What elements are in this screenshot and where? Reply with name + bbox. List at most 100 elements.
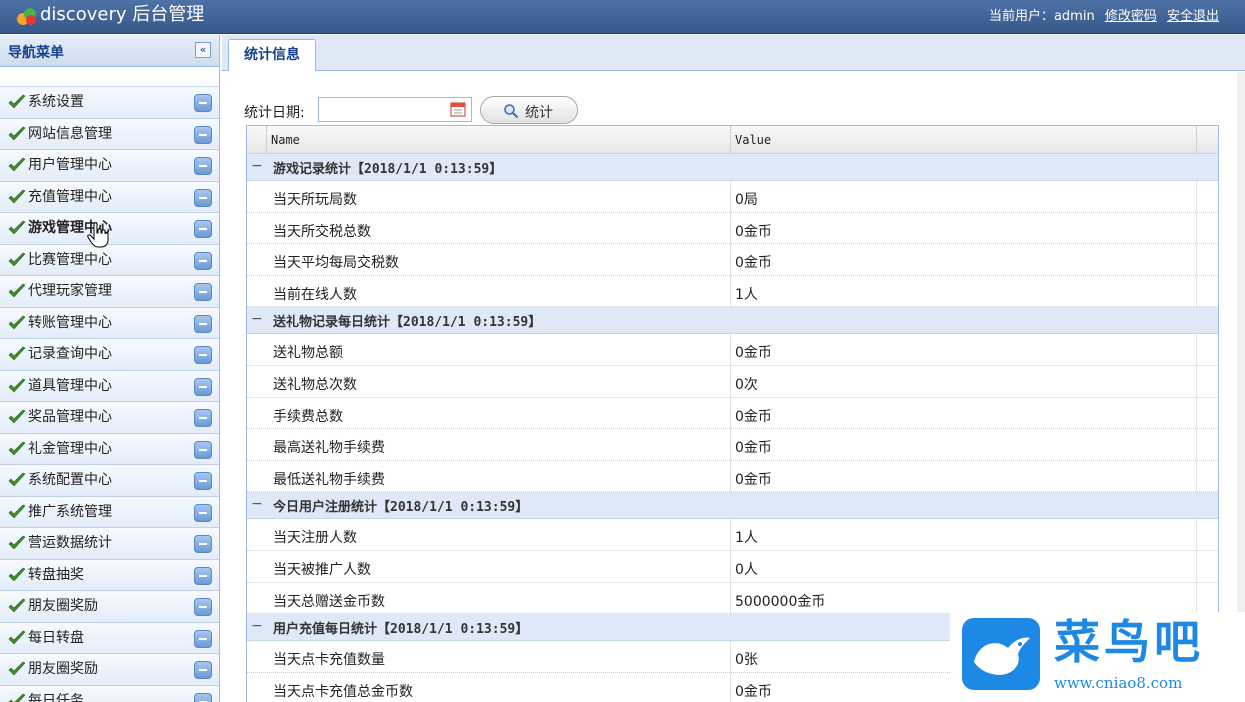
checkmark-icon [8, 220, 26, 235]
table-row[interactable]: 最高送礼物手续费 0金币 [247, 429, 1218, 461]
expand-icon[interactable] [194, 472, 212, 490]
table-row[interactable]: 送礼物总额 0金币 [247, 334, 1218, 366]
sidebar-menu-item[interactable]: 代理玩家管理 [0, 276, 219, 308]
watermark-title: 菜鸟吧 [1054, 615, 1204, 669]
expand-icon[interactable] [194, 94, 212, 112]
table-row[interactable]: 手续费总数 0金币 [247, 398, 1218, 430]
stats-search-button[interactable]: 统计 [480, 96, 578, 124]
sidebar-menu-item[interactable]: 网站信息管理 [0, 118, 219, 150]
calendar-icon[interactable] [450, 101, 466, 117]
checkmark-icon [8, 157, 26, 172]
group-title: 用户充值每日统计【2018/1/1 0:13:59】 [273, 622, 529, 638]
sidebar-menu-item[interactable]: 推广系统管理 [0, 496, 219, 528]
grid-header: Name Value [247, 126, 1218, 154]
row-name-cell: 当天平均每局交税数 [273, 255, 399, 272]
table-row[interactable]: 送礼物总次数 0次 [247, 366, 1218, 398]
sidebar-item-label: 代理玩家管理 [28, 283, 112, 299]
sidebar-menu-item[interactable]: 充值管理中心 [0, 181, 219, 213]
sidebar-menu-item[interactable]: 记录查询中心 [0, 339, 219, 371]
sidebar-menu-item[interactable]: 游戏管理中心 [0, 213, 219, 245]
row-name-cell: 送礼物总次数 [273, 376, 357, 393]
logout-link[interactable]: 安全退出 [1167, 9, 1219, 24]
sidebar-menu-item[interactable]: 朋友圈奖励 [0, 654, 219, 686]
sidebar-menu-item[interactable]: 比赛管理中心 [0, 244, 219, 276]
sidebar-menu-item[interactable]: 营运数据统计 [0, 528, 219, 560]
table-row[interactable]: 当天所交税总数 0金币 [247, 213, 1218, 245]
expand-icon[interactable] [194, 629, 212, 648]
tab-statistics[interactable]: 统计信息 [228, 39, 316, 71]
group-row[interactable]: − 送礼物记录每日统计【2018/1/1 0:13:59】 [247, 307, 1218, 335]
expand-icon[interactable] [194, 157, 212, 175]
row-name-cell: 当天所交税总数 [273, 223, 371, 240]
collapse-group-icon[interactable]: − [251, 497, 265, 512]
sidebar-menu-item[interactable]: 道具管理中心 [0, 370, 219, 402]
collapse-group-icon[interactable]: − [251, 619, 265, 634]
table-row[interactable]: 当天所玩局数 0局 [247, 181, 1218, 213]
checkmark-icon [8, 346, 26, 361]
expand-icon[interactable] [194, 346, 212, 364]
row-name-cell: 送礼物总额 [273, 345, 343, 362]
checkmark-icon [8, 378, 26, 392]
sidebar-item-label: 记录查询中心 [28, 346, 112, 362]
expand-icon[interactable] [194, 220, 212, 238]
column-header-value[interactable]: Value [731, 126, 1197, 154]
expand-icon[interactable] [194, 535, 212, 553]
expand-icon[interactable] [194, 440, 212, 459]
checkmark-icon [8, 409, 26, 424]
collapse-sidebar-button[interactable]: « [195, 42, 211, 58]
sidebar-menu-item[interactable]: 礼金管理中心 [0, 433, 219, 465]
checkmark-icon [8, 126, 26, 140]
expand-icon[interactable] [194, 598, 212, 616]
sidebar-menu-item[interactable]: 系统配置中心 [0, 465, 219, 497]
group-row[interactable]: − 今日用户注册统计【2018/1/1 0:13:59】 [247, 492, 1218, 520]
sidebar-menu-item[interactable]: 每日任务 [0, 685, 219, 702]
expand-icon[interactable] [194, 377, 212, 396]
watermark-url: www.cniao8.com [1054, 674, 1183, 692]
checkmark-icon [8, 504, 26, 518]
sidebar-menu-item[interactable]: 每日转盘 [0, 622, 219, 654]
table-row[interactable]: 最低送礼物手续费 0金币 [247, 461, 1218, 493]
checkmark-icon [8, 693, 26, 702]
expand-icon[interactable] [194, 503, 212, 522]
expand-icon[interactable] [194, 314, 212, 333]
group-row[interactable]: − 游戏记录统计【2018/1/1 0:13:59】 [247, 154, 1218, 181]
sidebar-menu-item[interactable]: 转账管理中心 [0, 307, 219, 339]
expand-icon[interactable] [194, 125, 212, 144]
checkmark-icon [8, 441, 26, 455]
sidebar-item-label: 系统配置中心 [28, 472, 112, 488]
collapse-group-icon[interactable]: − [251, 159, 265, 174]
table-row[interactable]: 当天被推广人数 0人 [247, 551, 1218, 583]
row-name-cell: 当前在线人数 [273, 286, 357, 303]
sidebar-menu-item[interactable]: 奖品管理中心 [0, 402, 219, 434]
expand-icon[interactable] [194, 251, 212, 270]
table-row[interactable]: 当前在线人数 1人 [247, 276, 1218, 308]
sidebar-menu-item[interactable]: 朋友圈奖励 [0, 591, 219, 623]
vertical-scrollbar[interactable] [1237, 72, 1245, 702]
sidebar-menu-item[interactable]: 用户管理中心 [0, 150, 219, 182]
table-row[interactable]: 当天平均每局交税数 0金币 [247, 244, 1218, 276]
column-header-name[interactable]: Name [267, 126, 731, 154]
checkmark-icon [8, 630, 26, 644]
checkmark-icon [8, 94, 26, 109]
table-row[interactable]: 当天总赠送金币数 5000000金币 [247, 583, 1218, 615]
date-label: 统计日期: [244, 105, 305, 121]
expand-icon[interactable] [194, 692, 212, 702]
watermark: 菜鸟吧 www.cniao8.com [950, 612, 1245, 702]
collapse-group-icon[interactable]: − [251, 312, 265, 327]
row-name-cell: 当天点卡充值总金币数 [273, 683, 413, 700]
date-input[interactable] [318, 97, 472, 122]
expand-icon[interactable] [194, 283, 212, 301]
row-name-cell: 手续费总数 [273, 408, 343, 425]
checkmark-icon [8, 535, 26, 550]
sidebar-menu-item[interactable]: 转盘抽奖 [0, 559, 219, 591]
table-row[interactable]: 当天注册人数 1人 [247, 519, 1218, 551]
change-password-link[interactable]: 修改密码 [1105, 9, 1157, 24]
sidebar-header: 导航菜单 « [0, 35, 219, 67]
expand-icon[interactable] [194, 409, 212, 427]
expand-icon[interactable] [194, 566, 212, 585]
expand-icon[interactable] [194, 188, 212, 207]
expand-icon[interactable] [194, 661, 212, 679]
row-name-cell: 当天注册人数 [273, 530, 357, 547]
group-title: 送礼物记录每日统计【2018/1/1 0:13:59】 [273, 315, 542, 331]
sidebar-menu-item[interactable]: 系统设置 [0, 87, 219, 119]
